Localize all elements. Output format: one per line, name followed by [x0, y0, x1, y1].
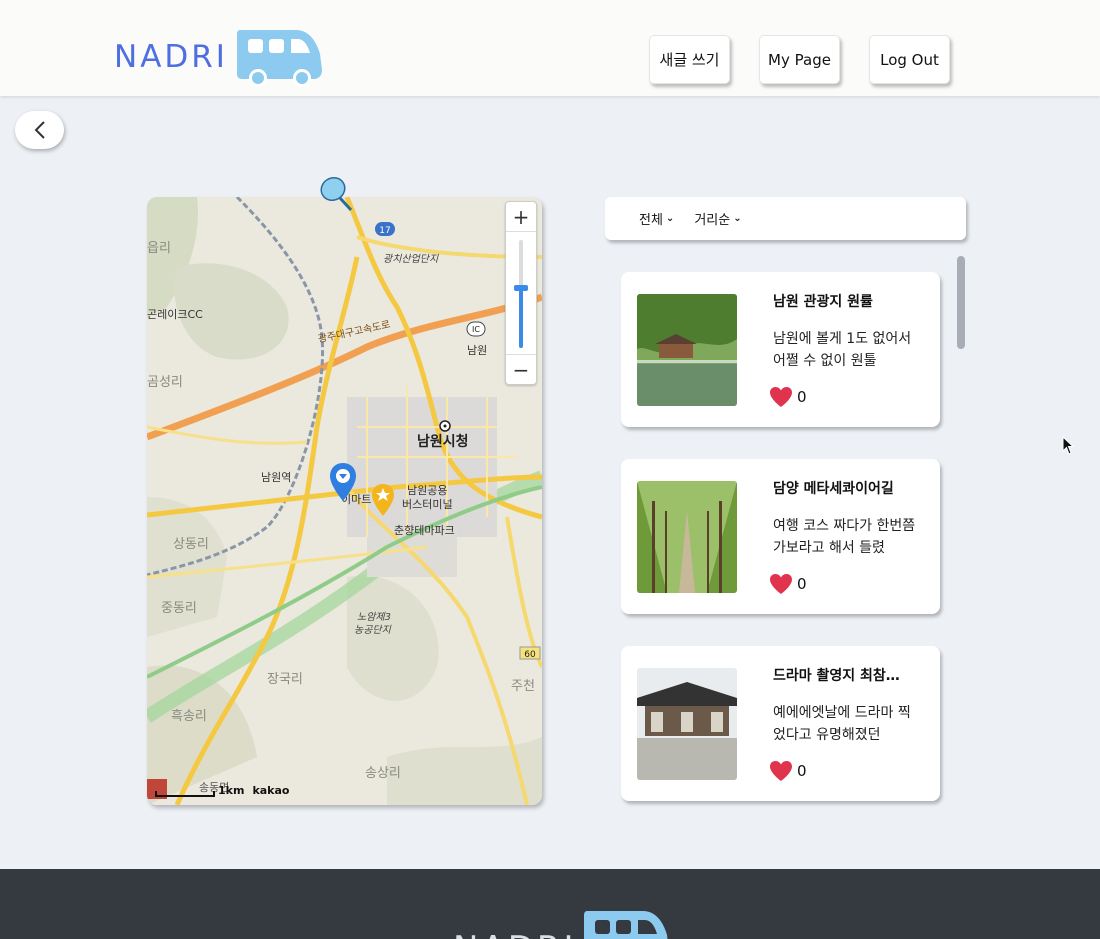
zoom-level-fill — [519, 287, 523, 348]
map-label-namwon-ic: 남원 — [467, 344, 488, 357]
map-label-jucheon: 주천 — [511, 679, 535, 694]
map-label-ri-top: 읍리 — [147, 241, 171, 256]
map-label-industrial: 광치산업단지 — [383, 254, 439, 265]
logout-button[interactable]: Log Out — [869, 35, 950, 84]
chevron-left-icon — [34, 121, 45, 139]
map-label-jungdongri: 중동리 — [161, 601, 197, 616]
zoom-in-button[interactable]: + — [506, 202, 536, 232]
chevron-down-icon: ⌄ — [733, 213, 742, 224]
svg-text:60: 60 — [524, 650, 536, 660]
like-count-value: 0 — [797, 575, 807, 593]
map-label-sangdongri: 상동리 — [173, 537, 209, 552]
like-count-value: 0 — [797, 388, 807, 406]
sort-select[interactable]: 거리순 ⌄ — [694, 209, 741, 228]
zoom-slider[interactable] — [514, 240, 528, 348]
cursor-icon — [1062, 436, 1075, 455]
like-count: 0 — [769, 386, 807, 408]
map-label-heuksongri: 흑송리 — [171, 709, 207, 724]
post-description: 남원에 볼게 1도 없어서 어쩔 수 없이 원툴 — [773, 331, 912, 369]
svg-text:IC: IC — [472, 325, 480, 334]
heart-icon[interactable] — [769, 573, 793, 595]
map-label-city-hall: 남원시청 — [417, 434, 469, 450]
post-title: 남원 관광지 원률 — [773, 294, 873, 310]
scale-bar — [155, 791, 215, 797]
logo-text: NADRI — [114, 39, 228, 75]
nadri-logo[interactable]: NADRI — [114, 26, 324, 88]
post-card[interactable]: 담양 메타세콰이어길 여행 코스 짜다가 한번쯤 가보라고 해서 들렸 0 — [621, 459, 940, 614]
post-title: 드라마 촬영지 최참… — [773, 668, 900, 684]
map-search-pin-icon[interactable] — [318, 176, 354, 212]
zoom-out-button[interactable]: − — [506, 354, 536, 384]
post-description: 여행 코스 짜다가 한번쯤 가보라고 해서 들렸 — [773, 518, 916, 556]
post-card[interactable]: 드라마 촬영지 최참… 예에에엣날에 드라마 찍었다고 유명해졌던 0 — [621, 646, 940, 801]
like-count-value: 0 — [797, 762, 807, 780]
back-button[interactable] — [15, 111, 64, 149]
map-view[interactable]: 17 60 IC 광치산업단지 곤레이크CC 광주대구고속도로 남원 곰성리 남… — [147, 197, 542, 805]
list-scrollbar[interactable] — [957, 256, 965, 349]
category-value: 전체 — [639, 213, 663, 228]
heart-icon[interactable] — [769, 760, 793, 782]
map-label-janggukri: 장국리 — [267, 672, 303, 687]
post-thumbnail — [637, 481, 737, 593]
post-description: 예에에엣날에 드라마 찍었다고 유명해졌던 — [773, 705, 911, 743]
map-label-golf: 곤레이크CC — [147, 308, 203, 321]
post-title: 담양 메타세콰이어길 — [773, 481, 894, 497]
bus-icon — [583, 911, 668, 939]
footer-logo[interactable]: NADRI — [453, 907, 671, 939]
map-scale: 1km kakao — [155, 784, 289, 797]
like-count: 0 — [769, 573, 807, 595]
map-attribution: kakao — [252, 784, 290, 797]
chevron-down-icon: ⌄ — [665, 213, 675, 224]
heart-icon[interactable] — [769, 386, 793, 408]
post-thumbnail — [637, 668, 737, 780]
zoom-slider-handle[interactable] — [514, 284, 528, 291]
map-label-theme-park: 춘향테마파크 — [394, 524, 455, 537]
my-page-button[interactable]: My Page — [759, 35, 840, 84]
post-thumbnail — [637, 294, 737, 406]
zoom-control: + − — [505, 201, 537, 385]
scale-text: 1km — [218, 784, 245, 797]
post-card[interactable]: 남원 관광지 원률 남원에 볼게 1도 없어서 어쩔 수 없이 원툴 0 — [621, 272, 940, 427]
location-pin-icon[interactable] — [329, 462, 357, 502]
map-label-noam-2: 농공단지 — [354, 625, 391, 636]
like-count: 0 — [769, 760, 807, 782]
top-header: NADRI 새글 쓰기 My Page Log Out — [0, 0, 1100, 96]
write-post-button[interactable]: 새글 쓰기 — [649, 35, 730, 84]
footer: NADRI — [0, 869, 1100, 939]
sort-value: 거리순 — [694, 213, 731, 228]
category-select[interactable]: 전체 ⌄ — [639, 209, 674, 228]
map-label-bus-terminal-2: 버스터미널 — [402, 498, 453, 511]
filter-bar: 전체 ⌄ 거리순 ⌄ — [605, 197, 966, 240]
footer-logo-text: NADRI — [453, 929, 577, 939]
bus-icon — [236, 30, 322, 87]
map-label-station: 남원역 — [261, 471, 292, 484]
star-pin-icon[interactable] — [371, 483, 395, 517]
svg-text:17: 17 — [379, 226, 390, 236]
map-label-songsangri: 송상리 — [365, 766, 401, 781]
map-label-gwangseongri: 곰성리 — [147, 375, 183, 390]
